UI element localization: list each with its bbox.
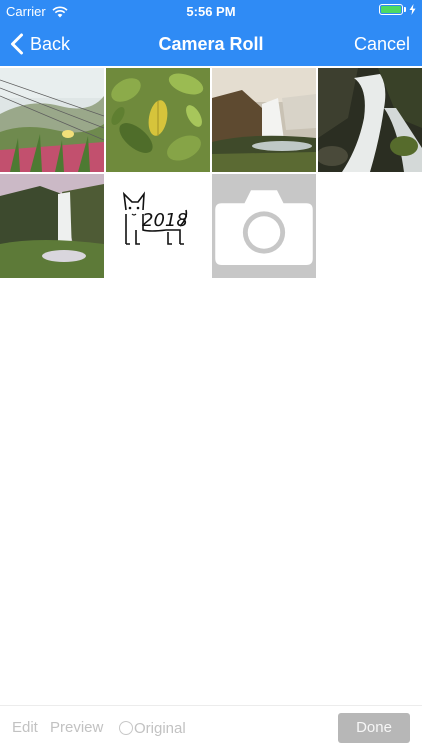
edit-button[interactable]: Edit	[12, 706, 38, 750]
radio-icon	[119, 721, 133, 735]
preview-button[interactable]: Preview	[50, 706, 103, 750]
header: Carrier 5:56 PM Back Camera Roll Cancel	[0, 0, 422, 66]
status-time: 5:56 PM	[186, 4, 236, 19]
camera-icon	[215, 190, 313, 265]
photo-picker-screen: Carrier 5:56 PM Back Camera Roll Cancel …	[0, 0, 422, 750]
camera-button[interactable]	[212, 174, 316, 278]
waterfall-cliff-photo[interactable]	[212, 68, 316, 172]
battery-icon	[379, 4, 403, 15]
back-button[interactable]: Back	[10, 22, 70, 66]
sketch-text: 2018	[142, 210, 188, 231]
original-toggle[interactable]: Original	[119, 706, 186, 750]
chevron-left-icon	[11, 33, 23, 55]
rocky-waterfall-photo[interactable]	[318, 68, 422, 172]
original-label: Original	[134, 719, 186, 737]
status-bar: Carrier 5:56 PM	[0, 0, 422, 22]
navigation-bar: Back Camera Roll Cancel	[0, 22, 422, 66]
coastal-meadow-photo[interactable]	[0, 68, 104, 172]
bottom-toolbar: Edit Preview Original Done	[0, 705, 422, 750]
done-button[interactable]: Done	[338, 713, 410, 743]
bolt-icon	[409, 4, 416, 15]
tall-waterfall-photo[interactable]	[0, 174, 104, 278]
dog-sketch-2018-photo[interactable]: 2018	[106, 174, 210, 278]
cancel-button[interactable]: Cancel	[354, 22, 410, 66]
back-label: Back	[30, 33, 71, 54]
battery-indicator	[379, 4, 416, 15]
green-leaves-photo[interactable]	[106, 68, 210, 172]
